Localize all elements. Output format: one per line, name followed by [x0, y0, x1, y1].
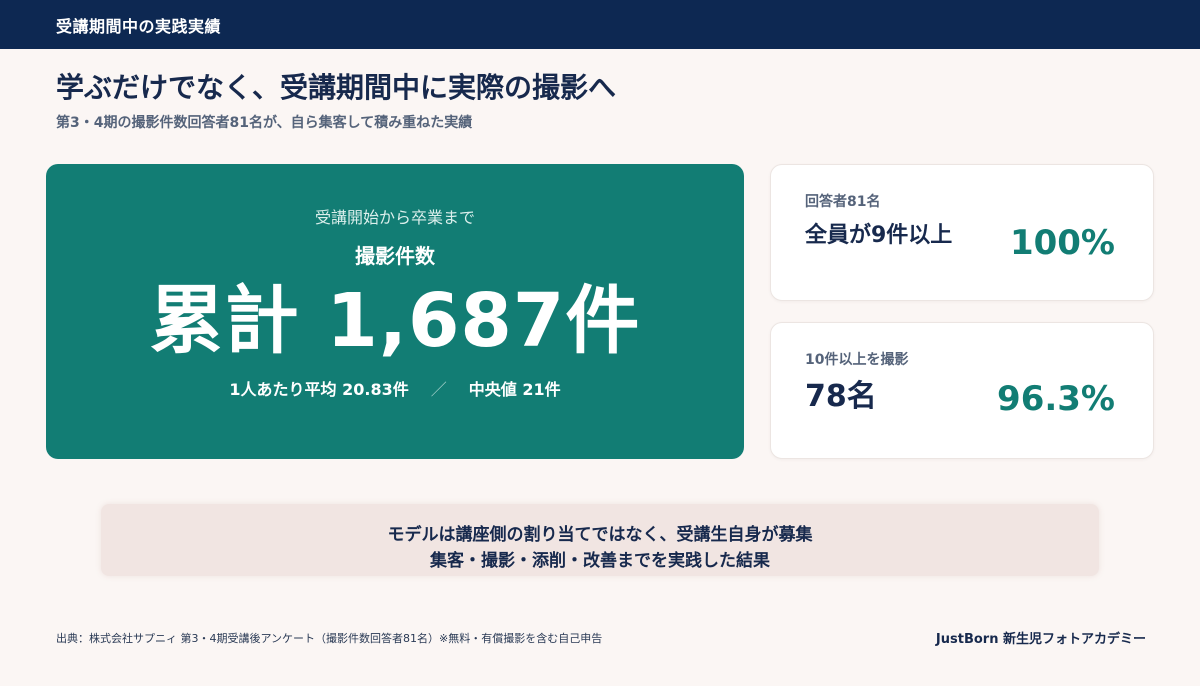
stat-card-percent: 100% — [1009, 223, 1115, 263]
stat-card-label: 10件以上を撮影 — [805, 352, 909, 368]
stat-card-percent: 96.3% — [997, 379, 1115, 419]
period-label: 受講開始から卒業まで — [314, 208, 475, 227]
average-stat: 1人あたり平均 20.83件 — [229, 380, 409, 399]
stat-card-all-respondents: 回答者81名 全員が9件以上 100% — [770, 164, 1154, 301]
top-bar: 受講期間中の実践実績 — [0, 0, 1200, 49]
stat-card-value: 78名 — [805, 379, 877, 414]
brand-name: JustBorn 新生児フォトアカデミー — [935, 632, 1146, 647]
stat-card-label: 回答者81名 — [805, 194, 881, 210]
conclusion-banner: モデルは講座側の割り当てではなく、受講生自身が募集 集客・撮影・添削・改善までを… — [101, 504, 1099, 576]
banner-line-1: モデルは講座側の割り当てではなく、受講生自身が募集 — [387, 525, 813, 545]
median-stat: 中央値 21件 — [468, 380, 561, 399]
stat-separator: ／ — [430, 380, 447, 399]
page-headline: 学ぶだけでなく、受講期間中に実際の撮影へ — [56, 71, 617, 104]
banner-line-2: 集客・撮影・添削・改善までを実践した結果 — [430, 551, 770, 571]
summary-stats: 1人あたり平均 20.83件 ／ 中央値 21件 — [46, 376, 744, 400]
source-note: 出典：株式会社サプニィ 第3・4期受講後アンケート（撮影件数回答者81名）※無料… — [56, 632, 603, 645]
page-subheadline: 第3・4期の撮影件数回答者81名が、自ら集客して積み重ねた実績 — [56, 115, 473, 131]
total-shoots-value: 累計 1,687件 — [149, 278, 641, 364]
metric-label: 撮影件数 — [355, 244, 435, 268]
stat-card-ten-plus: 10件以上を撮影 78名 96.3% — [770, 322, 1154, 459]
total-shoots-card: 受講開始から卒業まで 撮影件数 累計 1,687件 1人あたり平均 20.83件… — [46, 164, 744, 459]
stat-card-value: 全員が9件以上 — [805, 223, 953, 248]
section-title: 受講期間中の実践実績 — [56, 17, 222, 36]
